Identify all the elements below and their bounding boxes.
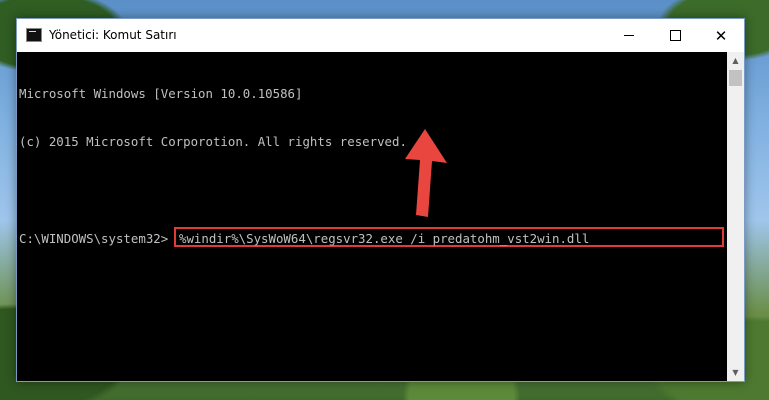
maximize-button[interactable] [652,19,698,52]
title-bar[interactable]: Yönetici: Komut Satırı ✕ [17,19,744,52]
close-icon: ✕ [714,26,728,45]
window-title: Yönetici: Komut Satırı [49,28,177,42]
close-button[interactable]: ✕ [698,19,744,52]
scroll-up-icon[interactable]: ▲ [727,52,744,69]
prompt-line[interactable]: C:\WINDOWS\system32> %windir%\SysWoW64\r… [19,227,726,250]
command-input[interactable]: %windir%\SysWoW64\regsvr32.exe /i predat… [179,229,589,249]
console-output[interactable]: Microsoft Windows [Version 10.0.10586] (… [17,52,726,381]
arrow-up-pointer-icon [405,129,447,217]
maximize-icon [669,30,681,41]
minimize-button[interactable] [606,19,652,52]
console-line: Microsoft Windows [Version 10.0.10586] [19,86,303,101]
vertical-scrollbar[interactable]: ▲ ▼ [727,52,744,381]
prompt-path: C:\WINDOWS\system32> [19,231,169,246]
scroll-down-icon[interactable]: ▼ [727,364,744,381]
minimize-icon [624,35,634,36]
command-prompt-window[interactable]: Yönetici: Komut Satırı ✕ Microsoft Windo… [16,18,745,382]
scrollbar-thumb[interactable] [729,70,742,86]
console-line: (c) 2015 Microsoft Corporotion. All righ… [19,134,407,149]
cmd-icon [26,28,42,42]
